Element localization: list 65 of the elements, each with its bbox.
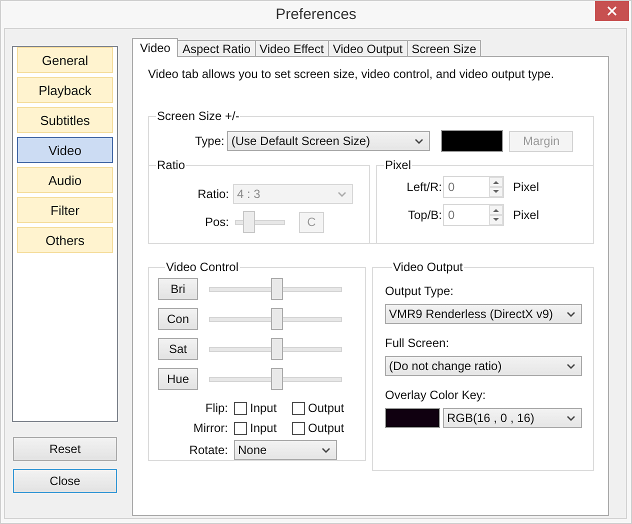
group-title: Screen Size +/- xyxy=(156,109,240,123)
category-button[interactable]: Others xyxy=(17,227,113,253)
category-button[interactable]: Audio xyxy=(17,167,113,193)
spin-field[interactable]: 0 xyxy=(443,176,504,198)
chevron-icon xyxy=(567,364,575,368)
pos-slider[interactable] xyxy=(235,211,285,233)
value-slider[interactable] xyxy=(209,278,342,300)
close-icon xyxy=(607,6,617,16)
chevron-icon xyxy=(322,448,330,452)
checkbox[interactable]: Input xyxy=(234,421,292,435)
pos-label: Pos: xyxy=(204,215,229,229)
tab[interactable]: Aspect Ratio xyxy=(177,40,256,57)
chevron-icon xyxy=(338,192,346,196)
category-button[interactable]: Video xyxy=(17,137,113,163)
value-slider[interactable] xyxy=(209,308,342,330)
tab[interactable]: Screen Size xyxy=(406,40,482,57)
group-title: Pixel xyxy=(384,158,412,172)
ratio-label: Ratio: xyxy=(196,187,229,201)
close-dialog-button[interactable]: Close xyxy=(13,469,117,493)
overlay-color-label: Overlay Color Key: xyxy=(385,388,487,402)
description-text: Video tab allows you to set screen size, video control, and video output type. xyxy=(148,67,556,81)
option-label: Flip: xyxy=(204,401,228,415)
group-title: Video Control xyxy=(165,260,240,274)
spinner-arrows-icon xyxy=(489,177,503,197)
close-button[interactable] xyxy=(595,1,629,21)
full-screen-dropdown[interactable]: (Do not change ratio) xyxy=(385,356,582,376)
type-label: Type: xyxy=(195,134,224,148)
value-slider[interactable] xyxy=(209,368,342,390)
checkbox[interactable]: Output xyxy=(292,421,350,435)
checkbox[interactable]: Output xyxy=(292,401,350,415)
checkbox[interactable]: Input xyxy=(234,401,292,415)
unit-label: Pixel xyxy=(513,208,540,222)
color-swatch[interactable] xyxy=(441,130,504,152)
category-button[interactable]: General xyxy=(17,47,113,73)
pixel-label: Left/R: xyxy=(406,180,442,194)
reset-value-button[interactable]: Bri xyxy=(158,278,198,300)
chevron-icon xyxy=(567,416,575,420)
chevron-icon xyxy=(415,138,424,144)
reset-value-button[interactable]: Sat xyxy=(158,338,198,360)
category-button[interactable]: Subtitles xyxy=(17,107,113,133)
category-button[interactable]: Filter xyxy=(17,197,113,223)
reset-value-button[interactable]: Hue xyxy=(158,368,198,390)
option-label: Mirror: xyxy=(192,421,228,435)
output-type-label: Output Type: xyxy=(385,284,454,298)
spinner-arrows-icon xyxy=(489,205,503,225)
full-screen-label: Full Screen: xyxy=(385,336,450,350)
category-button[interactable]: Playback xyxy=(17,77,113,103)
color-swatch[interactable] xyxy=(385,408,440,428)
value-slider[interactable] xyxy=(209,338,342,360)
group-title: Ratio xyxy=(156,158,186,172)
window-title: Preferences xyxy=(276,6,356,23)
unit-label: Pixel xyxy=(513,180,540,194)
overlay-color-dropdown[interactable]: RGB(16 , 0 , 16) xyxy=(443,408,582,428)
output-type-dropdown[interactable]: VMR9 Renderless (DirectX v9) xyxy=(385,304,582,324)
pixel-label: Top/B: xyxy=(406,208,442,222)
reset-value-button[interactable]: Con xyxy=(158,308,198,330)
chevron-icon xyxy=(567,312,575,316)
tab[interactable]: Video xyxy=(132,38,178,57)
group-title: Video Output xyxy=(392,260,464,274)
spin-field[interactable]: 0 xyxy=(443,204,504,226)
type-dropdown[interactable]: (Use Default Screen Size) xyxy=(227,131,430,151)
rotate-label: Rotate: xyxy=(188,443,228,457)
tab[interactable]: Video Output xyxy=(328,40,408,57)
reset-button[interactable]: Reset xyxy=(13,437,117,461)
rotate-dropdown[interactable]: None xyxy=(234,440,337,460)
